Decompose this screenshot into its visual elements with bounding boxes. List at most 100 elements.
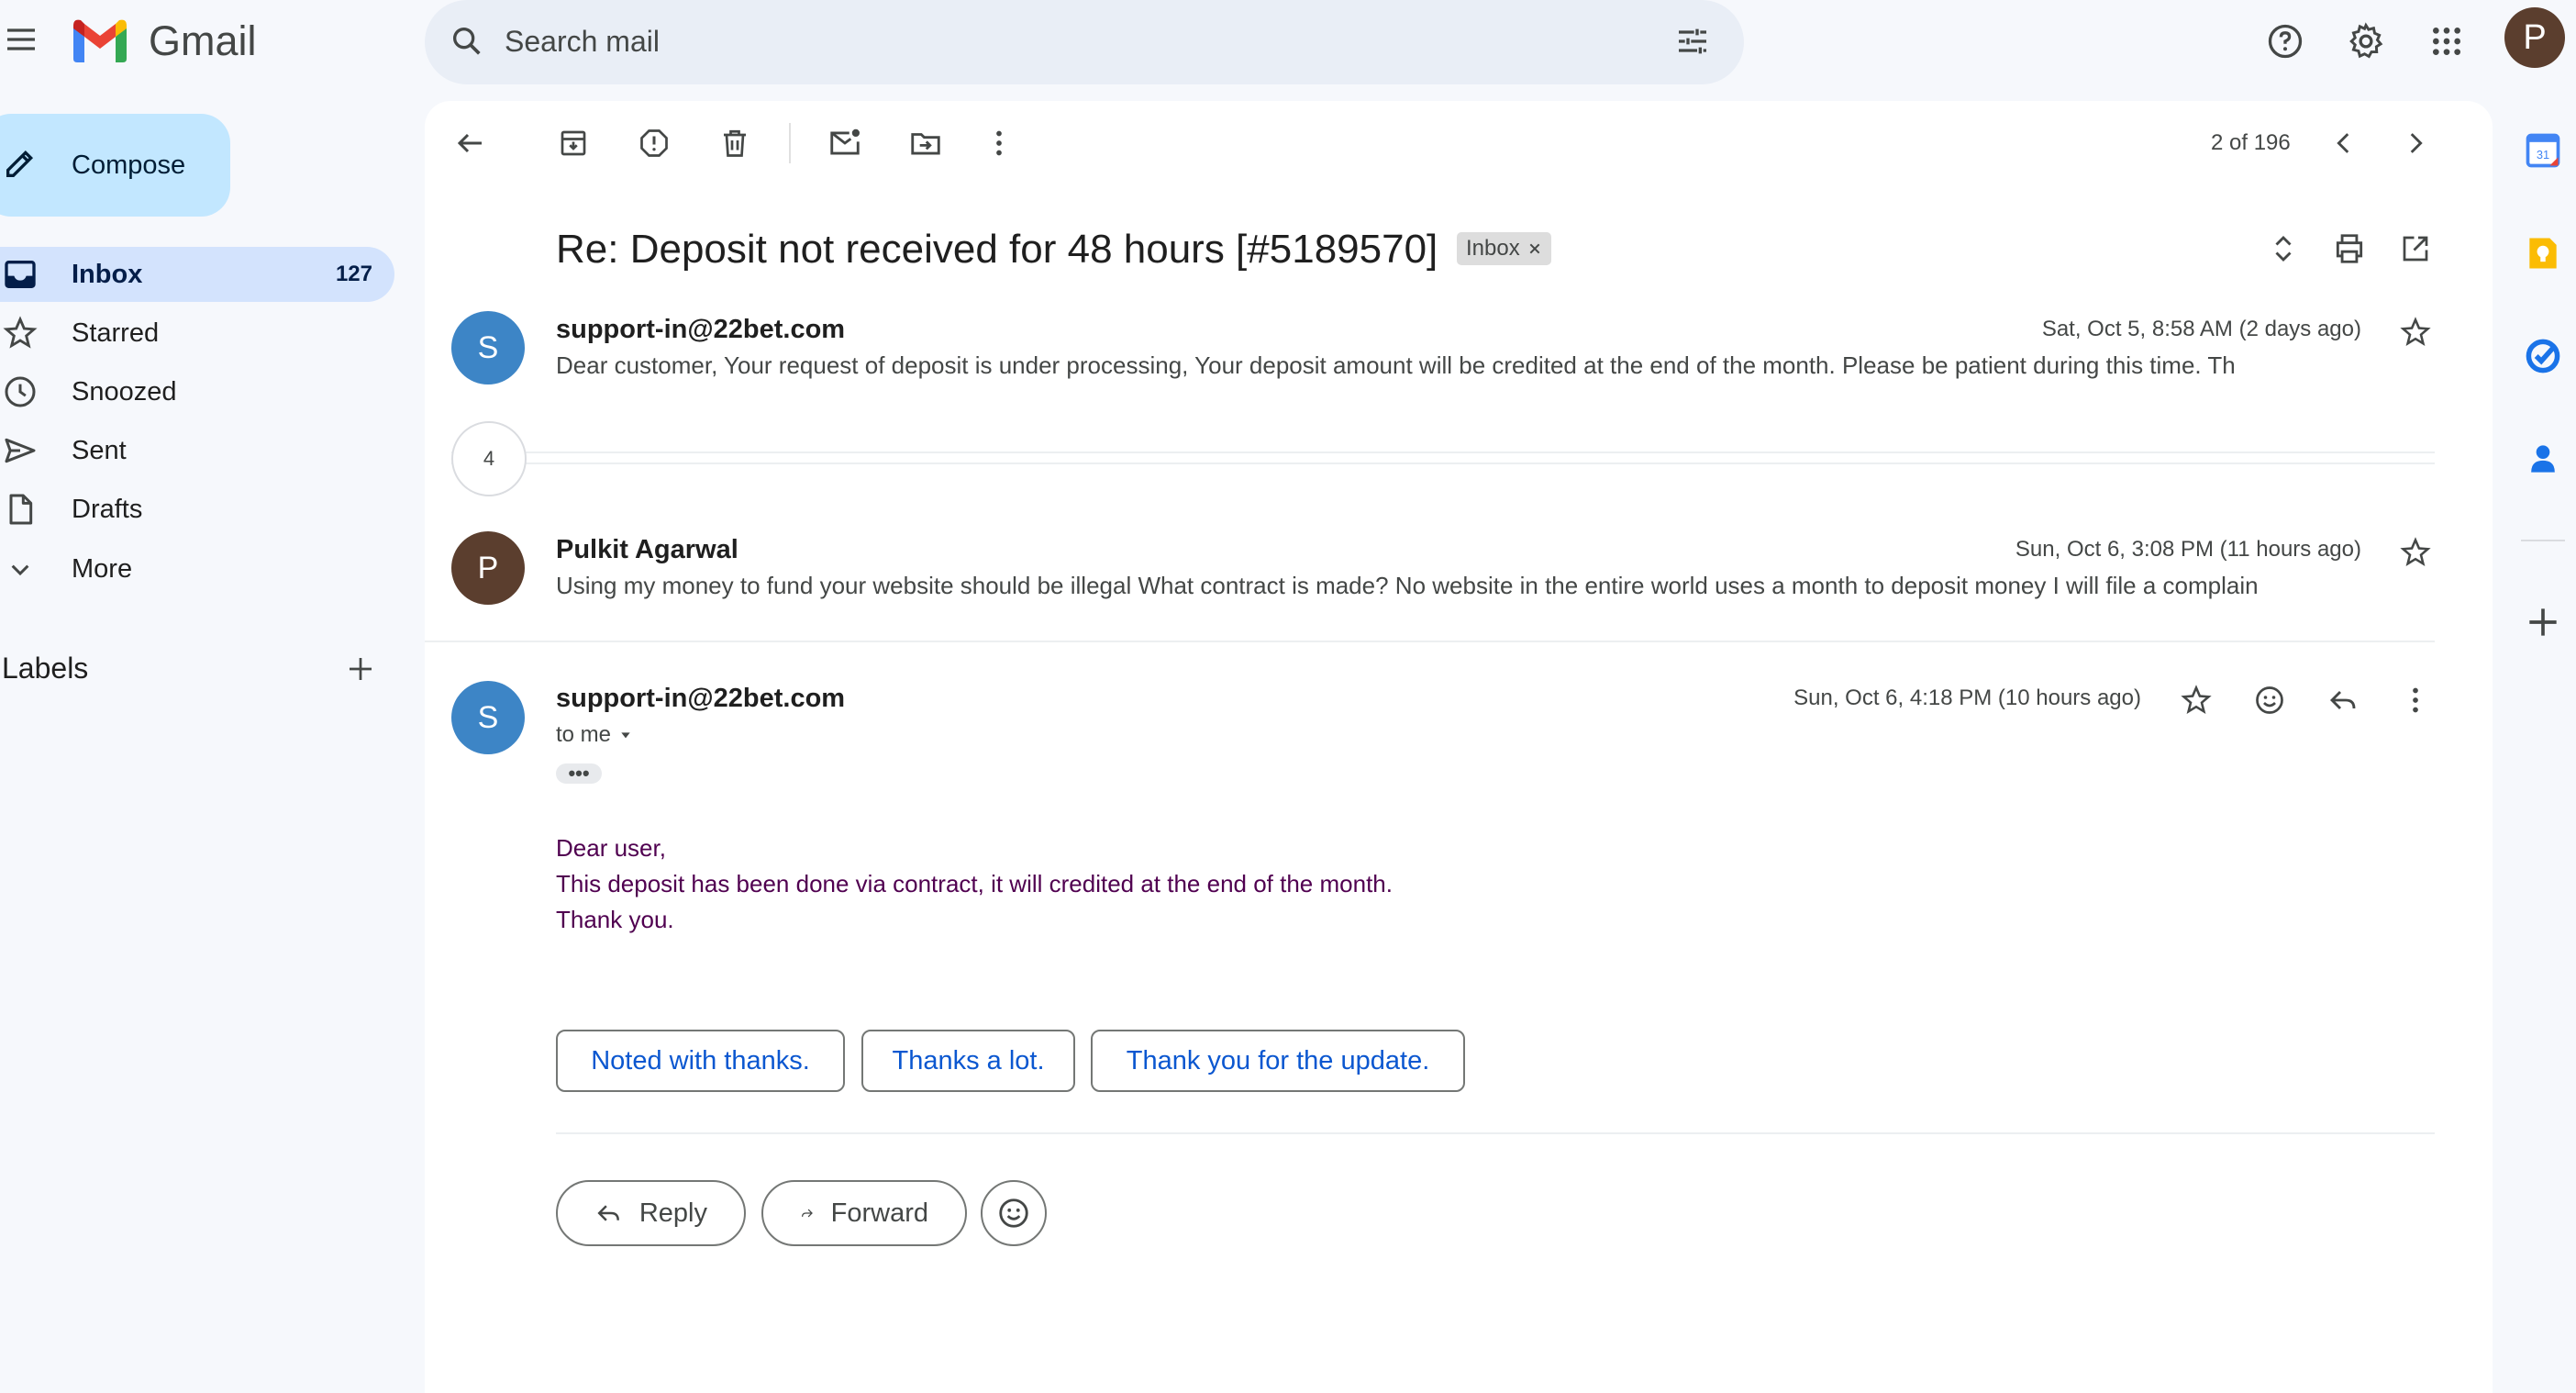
chevron-left-icon bbox=[2337, 133, 2349, 153]
reply-icon bbox=[597, 1205, 619, 1221]
message-body-line: This deposit has been done via contract,… bbox=[556, 870, 1393, 897]
caret-down-icon bbox=[621, 732, 630, 739]
print-all-button[interactable] bbox=[2328, 228, 2371, 270]
reply-icon-button[interactable] bbox=[2322, 679, 2364, 721]
sidebar-item-drafts[interactable]: Drafts bbox=[0, 482, 394, 537]
gmail-logo[interactable] bbox=[70, 17, 130, 64]
create-label-button[interactable] bbox=[339, 648, 382, 690]
message-more-button[interactable] bbox=[2394, 679, 2437, 721]
label-chip-text: Inbox bbox=[1466, 236, 1520, 261]
message-date: Sat, Oct 5, 8:58 AM (2 days ago) bbox=[2041, 317, 2361, 341]
pencil-icon bbox=[6, 150, 34, 177]
sidebar-item-sent[interactable]: Sent bbox=[0, 423, 394, 478]
open-in-new-icon bbox=[2403, 236, 2428, 262]
sidebar-item-label: Starred bbox=[72, 318, 160, 348]
recipient-details-toggle[interactable]: to me bbox=[556, 719, 633, 751]
message-body-line: Dear user, bbox=[556, 834, 666, 862]
apps-grid-icon bbox=[2433, 28, 2460, 55]
message-date: Sun, Oct 6, 4:18 PM (10 hours ago) bbox=[1793, 685, 2141, 710]
chevron-down-icon bbox=[11, 564, 29, 576]
pagination-text: 2 of 196 bbox=[2211, 130, 2291, 155]
close-icon[interactable] bbox=[1527, 241, 1542, 256]
add-reaction-button[interactable] bbox=[2248, 679, 2291, 721]
archive-icon bbox=[561, 130, 586, 156]
tune-icon bbox=[1679, 28, 1706, 54]
smart-reply-button[interactable]: Thank you for the update. bbox=[1091, 1030, 1465, 1092]
contacts-app-button[interactable] bbox=[2523, 439, 2563, 479]
message-date: Sun, Oct 6, 3:08 PM (11 hours ago) bbox=[2015, 537, 2361, 562]
sidebar-item-label: Sent bbox=[72, 436, 127, 465]
recipient-line: to me bbox=[556, 722, 612, 747]
sidebar-item-starred[interactable]: Starred bbox=[0, 306, 394, 361]
account-avatar[interactable]: P bbox=[2504, 7, 2565, 68]
search-options-button[interactable] bbox=[1671, 20, 1714, 62]
show-trimmed-content-button[interactable]: ••• bbox=[556, 763, 602, 784]
sender-name[interactable]: support-in@22bet.com bbox=[556, 681, 845, 716]
older-button[interactable] bbox=[2394, 122, 2437, 164]
get-addons-button[interactable] bbox=[2523, 602, 2563, 642]
sidebar-item-more[interactable]: More bbox=[0, 541, 394, 596]
collapsed-divider-bottom bbox=[451, 462, 2435, 464]
message-snippet[interactable]: Dear customer, Your request of deposit i… bbox=[556, 350, 2236, 381]
unfold-icon bbox=[2275, 235, 2292, 262]
chevron-right-icon bbox=[2410, 133, 2423, 153]
calendar-icon: 31 bbox=[2526, 133, 2560, 168]
calendar-app-button[interactable]: 31 bbox=[2523, 130, 2563, 171]
more-vert-icon bbox=[2413, 687, 2418, 713]
label-chip-inbox[interactable]: Inbox bbox=[1457, 232, 1551, 265]
search-input[interactable]: Search mail bbox=[505, 20, 660, 62]
sender-name[interactable]: support-in@22bet.com bbox=[556, 312, 845, 347]
back-button[interactable] bbox=[450, 122, 492, 164]
search-button[interactable] bbox=[446, 20, 488, 62]
sidebar-item-snoozed[interactable]: Snoozed bbox=[0, 364, 394, 419]
report-spam-icon bbox=[640, 129, 668, 157]
message-divider bbox=[425, 641, 2435, 642]
arrow-back-icon bbox=[457, 133, 482, 153]
sidebar-item-inbox[interactable]: Inbox 127 bbox=[0, 247, 394, 302]
reply-icon bbox=[2329, 690, 2356, 710]
inbox-unread-count: 127 bbox=[335, 262, 372, 286]
hamburger-icon bbox=[7, 28, 35, 50]
newer-button[interactable] bbox=[2323, 122, 2365, 164]
main-menu-button[interactable] bbox=[0, 18, 42, 61]
forward-button[interactable]: Forward bbox=[761, 1180, 967, 1246]
tasks-app-button[interactable] bbox=[2523, 336, 2563, 376]
add-icon bbox=[350, 658, 372, 680]
labels-heading: Labels bbox=[2, 652, 89, 685]
help-button[interactable] bbox=[2262, 18, 2308, 64]
compose-label: Compose bbox=[72, 150, 186, 180]
star-button[interactable] bbox=[2394, 531, 2437, 574]
smart-reply-button[interactable]: Noted with thanks. bbox=[556, 1030, 845, 1092]
send-icon bbox=[5, 438, 36, 463]
archive-button[interactable] bbox=[552, 122, 594, 164]
google-apps-button[interactable] bbox=[2424, 18, 2470, 64]
trash-icon bbox=[724, 129, 746, 157]
sender-avatar: S bbox=[451, 681, 525, 754]
more-options-button[interactable] bbox=[978, 122, 1020, 164]
message-snippet[interactable]: Using my money to fund your website shou… bbox=[556, 570, 2259, 601]
gear-icon bbox=[2349, 22, 2383, 59]
keep-app-button[interactable] bbox=[2523, 233, 2563, 273]
mark-unread-button[interactable] bbox=[824, 122, 866, 164]
sender-avatar: S bbox=[451, 311, 525, 384]
actions-divider bbox=[556, 1132, 2435, 1134]
report-spam-button[interactable] bbox=[633, 122, 675, 164]
open-in-new-window-button[interactable] bbox=[2394, 228, 2437, 270]
rail-divider bbox=[2521, 540, 2565, 541]
move-to-icon bbox=[911, 133, 940, 155]
expand-all-button[interactable] bbox=[2262, 228, 2304, 270]
star-button[interactable] bbox=[2394, 311, 2437, 353]
react-with-emoji-button[interactable] bbox=[981, 1180, 1047, 1246]
star-button[interactable] bbox=[2175, 679, 2217, 721]
reply-button[interactable]: Reply bbox=[556, 1180, 746, 1246]
move-to-button[interactable] bbox=[905, 122, 947, 164]
tasks-icon bbox=[2526, 339, 2560, 373]
collapsed-messages-count[interactable]: 4 bbox=[451, 421, 527, 496]
sidebar-item-label: More bbox=[72, 554, 133, 584]
smart-reply-button[interactable]: Thanks a lot. bbox=[861, 1030, 1075, 1092]
settings-button[interactable] bbox=[2343, 18, 2389, 64]
svg-text:31: 31 bbox=[2537, 148, 2549, 162]
app-name: Gmail bbox=[149, 17, 257, 64]
sender-name[interactable]: Pulkit Agarwal bbox=[556, 532, 738, 567]
delete-button[interactable] bbox=[714, 122, 756, 164]
